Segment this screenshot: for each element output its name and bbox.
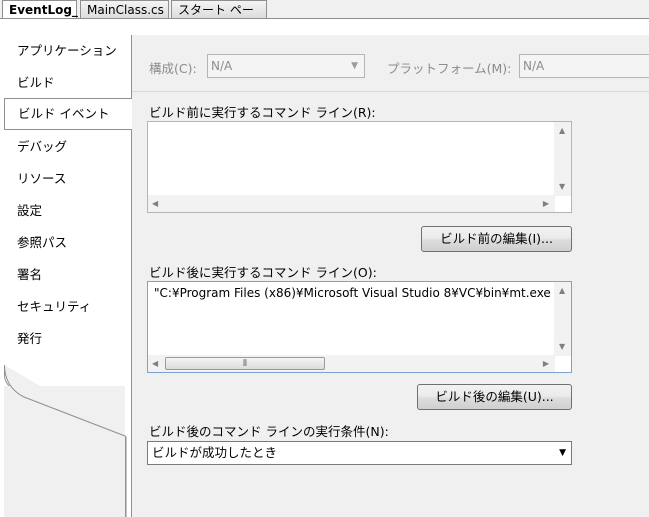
run-postbuild-label: ビルド後のコマンド ラインの実行条件(N):	[149, 424, 389, 439]
config-label: 構成(C):	[149, 61, 197, 76]
postbuild-text: "C:¥Program Files (x86)¥Microsoft Visual…	[154, 286, 552, 300]
nav-item-reference-paths[interactable]: 参照パス	[4, 227, 130, 259]
prebuild-textarea[interactable]: ▲ ▼ ◀ ▶	[147, 121, 572, 213]
platform-combo[interactable]: N/A	[519, 54, 649, 78]
separator	[132, 91, 649, 92]
scroll-left-icon[interactable]: ◀	[152, 199, 158, 208]
postbuild-label: ビルド後に実行するコマンド ライン(O):	[149, 265, 377, 280]
scroll-down-icon[interactable]: ▼	[559, 342, 565, 351]
hscroll-thumb[interactable]: ⦀	[165, 357, 325, 370]
scroll-right-icon[interactable]: ▶	[543, 199, 549, 208]
nav-item-application[interactable]: アプリケーション	[4, 35, 130, 67]
chevron-down-icon: ▼	[351, 61, 358, 71]
tab-start-page[interactable]: スタート ページ	[171, 0, 267, 35]
edit-postbuild-button[interactable]: ビルド後の編集(U)...	[417, 384, 572, 410]
nav-item-build-events[interactable]: ビルド イベント	[4, 98, 132, 130]
scroll-right-icon[interactable]: ▶	[543, 359, 549, 368]
config-combo[interactable]: N/A ▼	[207, 54, 365, 78]
document-tab-strip: EventLog_ MainClass.cs スタート ページ	[0, 0, 649, 35]
postbuild-hscrollbar[interactable]: ◀ ⦀ ▶	[148, 355, 555, 372]
platform-label: プラットフォーム(M):	[387, 61, 512, 76]
chevron-down-icon: ▼	[559, 448, 566, 458]
nav-item-build[interactable]: ビルド	[4, 67, 130, 99]
scroll-up-icon[interactable]: ▲	[559, 126, 565, 135]
property-nav: アプリケーション ビルド ビルド イベント デバッグ リソース 設定 参照パス …	[4, 35, 132, 517]
edit-prebuild-button[interactable]: ビルド前の編集(I)...	[421, 226, 572, 252]
prebuild-hscrollbar[interactable]: ◀ ▶	[148, 195, 555, 212]
nav-item-settings[interactable]: 設定	[4, 195, 130, 227]
prebuild-label: ビルド前に実行するコマンド ライン(R):	[149, 105, 376, 120]
nav-item-signing[interactable]: 署名	[4, 259, 130, 291]
scroll-up-icon[interactable]: ▲	[559, 286, 565, 295]
tab-mainclass[interactable]: MainClass.cs	[80, 0, 169, 18]
scroll-left-icon[interactable]: ◀	[152, 359, 158, 368]
grip-icon: ⦀	[243, 359, 247, 369]
nav-item-publish[interactable]: 発行	[4, 323, 130, 355]
run-postbuild-value: ビルドが成功したとき	[152, 445, 278, 460]
scroll-down-icon[interactable]: ▼	[559, 182, 565, 191]
platform-value: N/A	[523, 59, 545, 73]
prebuild-vscrollbar[interactable]: ▲ ▼	[554, 122, 571, 196]
nav-item-resources[interactable]: リソース	[4, 163, 130, 195]
nav-item-security[interactable]: セキュリティ	[4, 291, 130, 323]
nav-item-debug[interactable]: デバッグ	[4, 131, 130, 163]
tab-eventlog[interactable]: EventLog_	[2, 0, 78, 19]
postbuild-vscrollbar[interactable]: ▲ ▼	[554, 282, 571, 356]
run-postbuild-select[interactable]: ビルドが成功したとき ▼	[147, 441, 572, 465]
config-value: N/A	[211, 59, 233, 73]
postbuild-textarea[interactable]: "C:¥Program Files (x86)¥Microsoft Visual…	[147, 281, 572, 373]
build-events-panel: 構成(C): N/A ▼ プラットフォーム(M): N/A ビルド前に実行するコ…	[131, 35, 649, 517]
